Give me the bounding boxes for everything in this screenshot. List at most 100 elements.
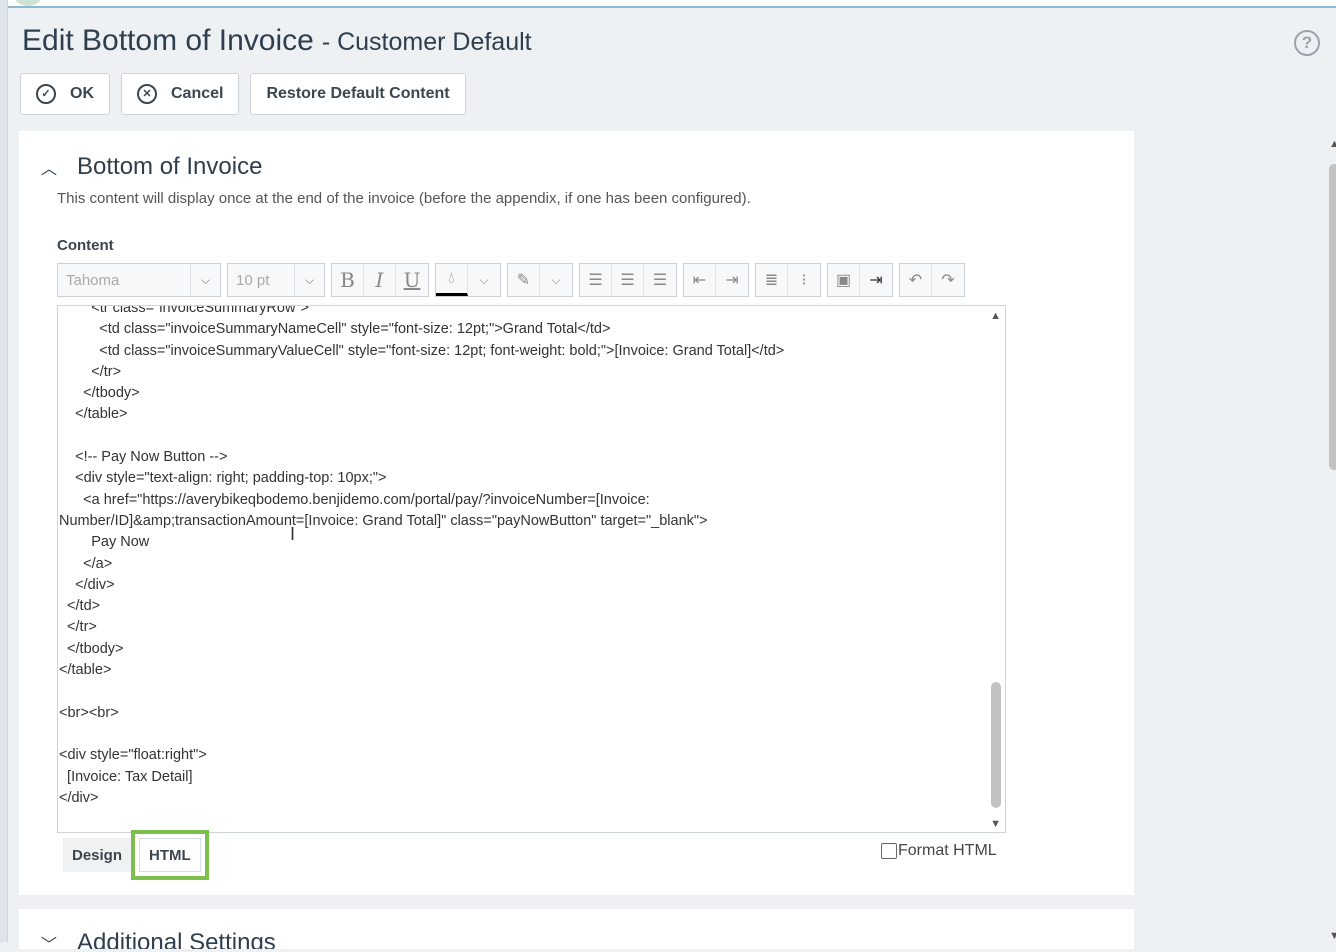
chevron-down-icon[interactable]: ⌵ [190, 264, 220, 296]
scroll-down-icon[interactable]: ▼ [990, 818, 1001, 830]
font-color-group: 💧︎ ⌵ [435, 263, 501, 297]
text-style-group: B I U [331, 263, 429, 297]
chevron-down-icon[interactable]: ⌵ [540, 264, 572, 296]
redo-icon[interactable]: ↷ [932, 264, 964, 296]
chevron-down-icon[interactable]: ⌵ [468, 264, 500, 296]
cancel-button[interactable]: ✕ Cancel [121, 73, 240, 115]
align-right-icon[interactable]: ☰ [644, 264, 676, 296]
tab-html[interactable]: HTML [131, 830, 209, 880]
page-scroll-thumb[interactable] [1329, 164, 1336, 470]
page-subtitle: - Customer Default [321, 28, 532, 56]
code-line[interactable]: </div> [59, 575, 984, 596]
code-line[interactable]: </table> [59, 404, 984, 425]
editor-toolbar: Tahoma ⌵ 10 pt ⌵ B I U 💧︎ ⌵ ✎ ⌵ ☰ ☰ ☰ ⇤ … [57, 263, 965, 297]
scroll-down-icon[interactable]: ▼ [1329, 930, 1336, 942]
code-line[interactable]: </table> [59, 660, 984, 681]
italic-icon[interactable]: I [364, 264, 396, 296]
align-left-icon[interactable]: ☰ [580, 264, 612, 296]
code-line[interactable]: </a> [59, 554, 984, 575]
code-line[interactable] [59, 724, 984, 745]
code-line[interactable]: <div style="text-align: right; padding-t… [59, 468, 984, 489]
section-description: This content will display once at the en… [57, 190, 751, 207]
ok-button[interactable]: ✓ OK [20, 73, 110, 115]
help-icon[interactable]: ? [1294, 30, 1320, 56]
code-line[interactable]: </tr> [59, 362, 984, 383]
code-line[interactable]: </tr> [59, 617, 984, 638]
code-line[interactable]: </td> [59, 596, 984, 617]
code-line[interactable]: <a href="https://averybikeqbodemo.benjid… [59, 490, 984, 511]
background-page-edge [0, 0, 8, 942]
check-circle-icon: ✓ [36, 84, 56, 104]
edit-dialog: Edit Bottom of Invoice - Customer Defaul… [8, 10, 1336, 949]
close-circle-icon: ✕ [137, 84, 157, 104]
format-html-checkbox[interactable]: Format HTML [881, 842, 997, 860]
chevron-down-icon[interactable]: ⌵ [294, 264, 324, 296]
editor-scroll-thumb[interactable] [991, 682, 1001, 808]
indent-group: ⇤ ⇥ [683, 263, 749, 297]
editor-mode-tabs: Design HTML [63, 830, 209, 880]
restore-default-button[interactable]: Restore Default Content [250, 73, 466, 115]
highlighter-icon[interactable]: ✎ [508, 264, 540, 296]
outdent-icon[interactable]: ⇤ [684, 264, 716, 296]
bottom-of-invoice-panel: ︿ Bottom of Invoice This content will di… [19, 131, 1134, 895]
underline-icon[interactable]: U [396, 264, 428, 296]
top-strip [0, 0, 1336, 8]
cancel-label: Cancel [171, 85, 224, 102]
insert-group: ▣ ⇥ [827, 263, 893, 297]
editor-scrollbar[interactable]: ▲ ▼ [987, 306, 1005, 832]
additional-settings-header[interactable]: ﹀ Additional Settings [41, 929, 276, 949]
font-size-value: 10 pt [236, 271, 270, 289]
insert-field-icon[interactable]: ⇥ [860, 264, 892, 296]
restore-label: Restore Default Content [266, 85, 450, 102]
font-color-icon[interactable]: 💧︎ [436, 264, 468, 296]
app-logo [14, 0, 42, 6]
page-scrollbar[interactable]: ▲ ▼ [1327, 134, 1336, 952]
additional-settings-title: Additional Settings [77, 929, 276, 949]
page-title: Edit Bottom of Invoice [22, 24, 314, 57]
section-header[interactable]: ︿ Bottom of Invoice [41, 153, 262, 181]
chevron-up-icon[interactable]: ︿ [41, 155, 67, 179]
align-center-icon[interactable]: ☰ [612, 264, 644, 296]
code-line[interactable]: <br><br> [59, 703, 984, 724]
code-line[interactable]: <!-- Pay Now Button --> [59, 447, 984, 468]
title-row: Edit Bottom of Invoice - Customer Defaul… [22, 24, 532, 64]
tab-design[interactable]: Design [63, 838, 132, 872]
scroll-up-icon[interactable]: ▲ [1329, 138, 1336, 150]
action-buttons: ✓ OK ✕ Cancel Restore Default Content [20, 73, 466, 115]
format-html-label: Format HTML [898, 842, 997, 859]
image-icon[interactable]: ▣ [828, 264, 860, 296]
html-source-editor[interactable]: <tr class="invoiceSummaryRow"> <td class… [57, 305, 1006, 833]
code-line[interactable]: </tbody> [59, 383, 984, 404]
font-family-select[interactable]: Tahoma ⌵ [57, 263, 221, 297]
indent-icon[interactable]: ⇥ [716, 264, 748, 296]
code-line[interactable] [59, 681, 984, 702]
bulleted-list-icon[interactable]: ⁝ [788, 264, 820, 296]
checkbox-box[interactable] [881, 843, 897, 859]
code-line[interactable]: <td class="invoiceSummaryValueCell" styl… [59, 341, 984, 362]
font-family-value: Tahoma [66, 271, 120, 289]
html-source-text[interactable]: <tr class="invoiceSummaryRow"> <td class… [59, 306, 984, 809]
code-line[interactable]: <tr class="invoiceSummaryRow"> [59, 306, 984, 319]
undo-icon[interactable]: ↶ [900, 264, 932, 296]
numbered-list-icon[interactable]: ≣ [756, 264, 788, 296]
code-line[interactable]: </tbody> [59, 639, 984, 660]
code-line[interactable]: Pay Now [59, 532, 984, 553]
bold-icon[interactable]: B [332, 264, 364, 296]
section-title: Bottom of Invoice [77, 153, 263, 180]
code-line[interactable]: Number/ID]&amp;transactionAmount=[Invoic… [59, 511, 984, 532]
code-line[interactable] [59, 426, 984, 447]
text-cursor-icon: I [290, 524, 296, 544]
font-size-select[interactable]: 10 pt ⌵ [227, 263, 325, 297]
chevron-down-icon[interactable]: ﹀ [41, 931, 67, 949]
scroll-up-icon[interactable]: ▲ [990, 310, 1001, 322]
history-group: ↶ ↷ [899, 263, 965, 297]
list-group: ≣ ⁝ [755, 263, 821, 297]
ok-label: OK [70, 85, 94, 102]
code-line[interactable]: </div> [59, 788, 984, 809]
code-line[interactable]: <td class="invoiceSummaryNameCell" style… [59, 319, 984, 340]
code-line[interactable]: <div style="float:right"> [59, 745, 984, 766]
code-line[interactable]: [Invoice: Tax Detail] [59, 767, 984, 788]
content-label: Content [57, 237, 114, 254]
additional-settings-panel: ﹀ Additional Settings [19, 909, 1134, 949]
highlight-color-group: ✎ ⌵ [507, 263, 573, 297]
